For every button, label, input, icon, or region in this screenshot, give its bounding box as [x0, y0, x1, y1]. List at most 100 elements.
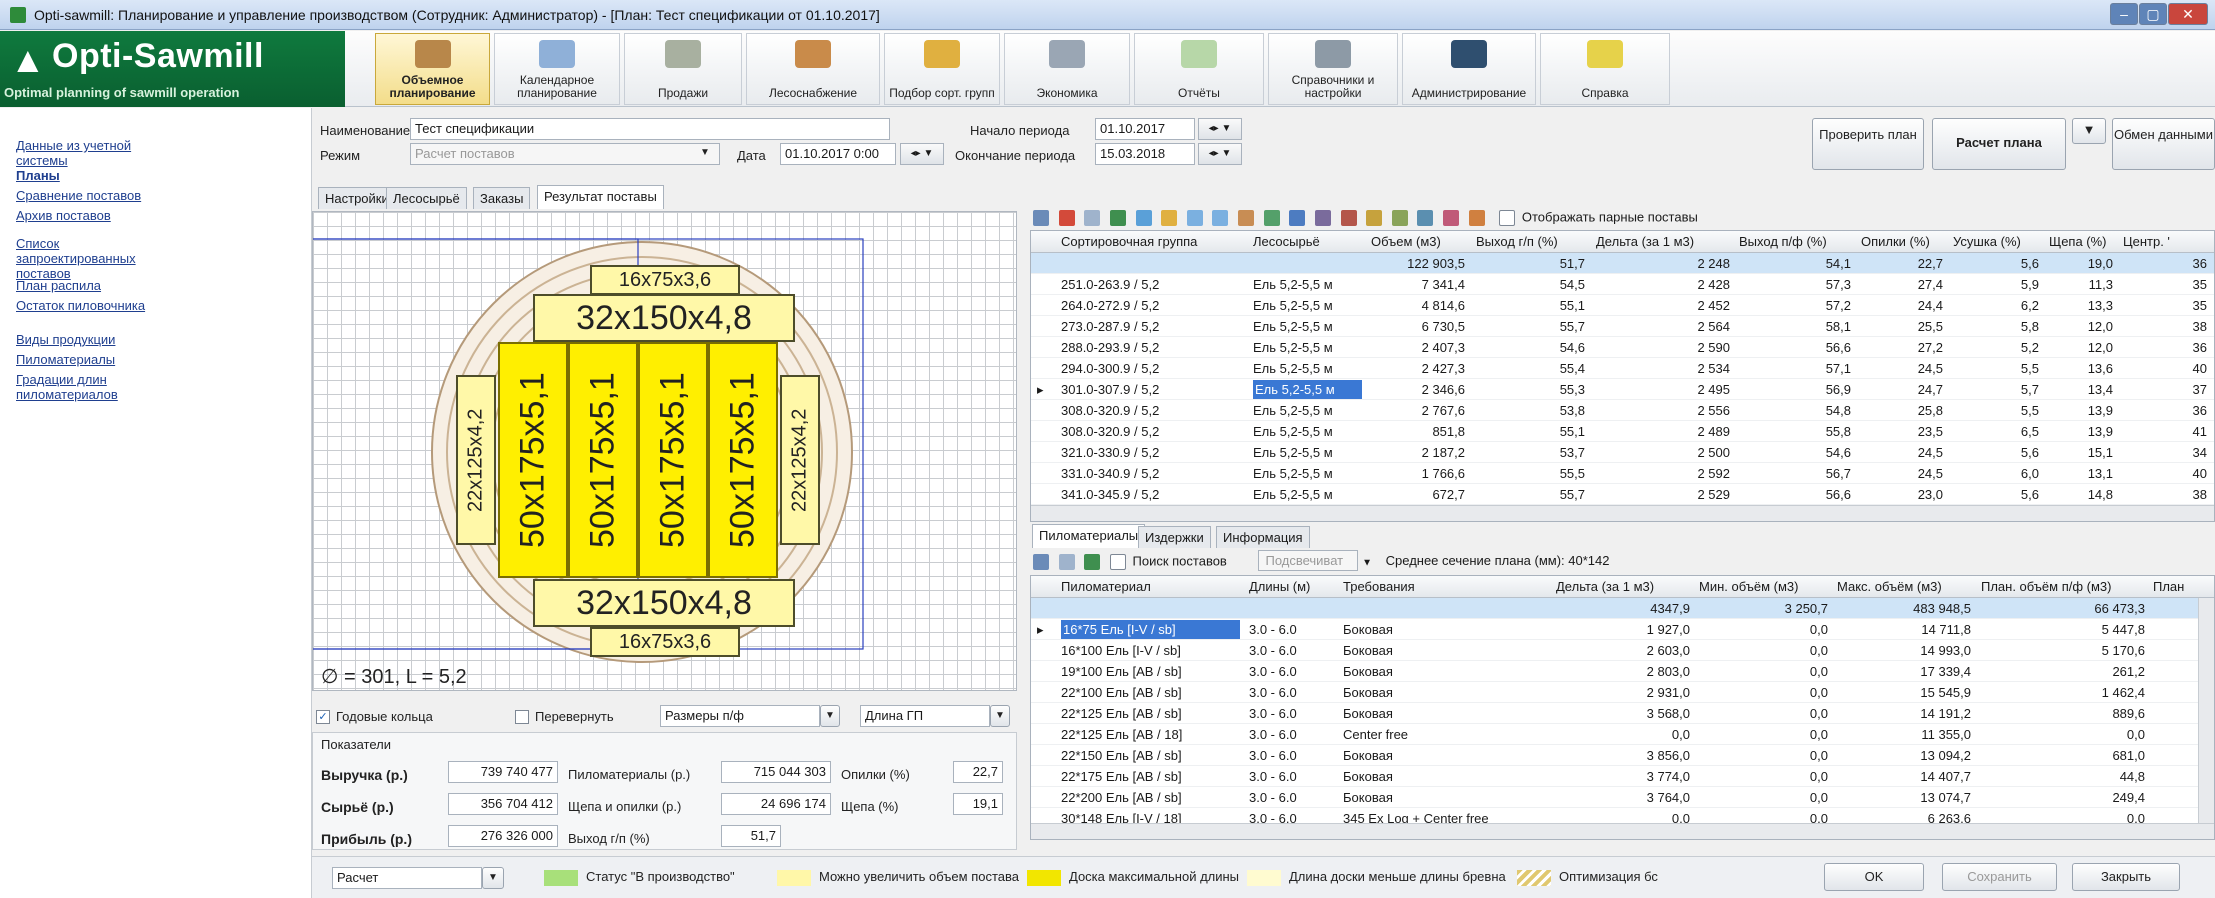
col-chips[interactable]: Щепа (%): [2049, 234, 2119, 249]
table-row[interactable]: ▸ 301.0-307.9 / 5,2 Ель 5,2-5,5 м 2 346,6 55…: [1031, 379, 2214, 400]
sidebar-item-erp-data[interactable]: Данные из учетной системы: [16, 138, 166, 168]
col-volume[interactable]: Объем (м3): [1371, 234, 1471, 249]
sidebar-item-designed-list[interactable]: Список запроектированных поставов: [16, 236, 166, 281]
check-plan-button[interactable]: Проверить план: [1812, 118, 1924, 170]
table-row[interactable]: 22*100 Ель [AB / sb] 3.0 - 6.0 Боковая 2 93…: [1031, 682, 2198, 703]
tab-timber[interactable]: Лесосырьё: [386, 187, 467, 209]
table-row[interactable]: 16*100 Ель [I-V / sb] 3.0 - 6.0 Боковая 2 6…: [1031, 640, 2198, 661]
ribbon-sort-groups[interactable]: Подбор сорт. групп: [884, 33, 1000, 105]
sidebar-item-plans[interactable]: Планы: [16, 168, 60, 183]
copy-icon[interactable]: [1084, 210, 1101, 226]
table-row[interactable]: 22*150 Ель [AB / sb] 3.0 - 6.0 Боковая 3 85…: [1031, 745, 2198, 766]
sidebar-item-log-stock[interactable]: Остаток пиловочника: [16, 298, 145, 313]
length-select[interactable]: Длина ГП: [860, 705, 990, 727]
col-sawdust[interactable]: Опилки (%): [1861, 234, 1949, 249]
col-yield-pf[interactable]: Выход п/ф (%): [1739, 234, 1857, 249]
tab-lumber[interactable]: Пиломатериалы: [1032, 524, 1146, 548]
close-button[interactable]: Закрыть: [2072, 863, 2180, 891]
col-lumber[interactable]: Пиломатериал: [1061, 579, 1246, 594]
table-row[interactable]: 308.0-320.9 / 5,2 Ель 5,2-5,5 м 851,8 55,1 2…: [1031, 421, 2214, 442]
status-mode-dropdown[interactable]: ▼: [482, 867, 504, 889]
ok-button[interactable]: OK: [1824, 863, 1924, 891]
start-field[interactable]: 01.10.2017: [1095, 118, 1195, 140]
sidebar-item-products[interactable]: Виды продукции: [16, 332, 115, 347]
move-up-icon[interactable]: [1186, 210, 1203, 226]
search-checkbox[interactable]: [1109, 554, 1126, 570]
close-window-button[interactable]: ✕: [2168, 3, 2208, 25]
ribbon-volume-planning[interactable]: Объемное планирование: [375, 33, 490, 105]
col-min-volume[interactable]: Мин. объём (м3): [1699, 579, 1834, 594]
table-row[interactable]: ▸ 16*75 Ель [I-V / sb] 3.0 - 6.0 Боковая 1 9…: [1031, 619, 2198, 640]
col-max-volume[interactable]: Макс. объём (м3): [1837, 579, 1977, 594]
maximize-button[interactable]: ▢: [2139, 3, 2167, 25]
tab-settings[interactable]: Настройки: [318, 187, 396, 209]
col-center[interactable]: Центр. ': [2123, 234, 2213, 249]
excel-icon[interactable]: [1109, 210, 1126, 226]
start-spinner[interactable]: ◂▸ ▼: [1198, 118, 1242, 140]
top-table-hscroll[interactable]: [1031, 505, 2214, 521]
table-row[interactable]: 341.0-345.9 / 5,2 Ель 5,2-5,5 м 672,7 55,7 2…: [1031, 484, 2214, 505]
tool-1-icon[interactable]: [1238, 210, 1254, 226]
grid-icon[interactable]: [1033, 210, 1049, 226]
col-lengths[interactable]: Длины (м): [1249, 579, 1339, 594]
end-spinner[interactable]: ◂▸ ▼: [1198, 143, 1242, 165]
col-sort-group[interactable]: Сортировочная группа: [1061, 234, 1251, 249]
table-row[interactable]: 22*125 Ель [AB / sb] 3.0 - 6.0 Боковая 3 56…: [1031, 703, 2198, 724]
ribbon-references[interactable]: Справочники и настройки: [1268, 33, 1398, 105]
exchange-data-button[interactable]: Обмен данными: [2112, 118, 2215, 170]
tab-costs[interactable]: Издержки: [1138, 526, 1211, 548]
ribbon-help[interactable]: Справка: [1540, 33, 1670, 105]
tool-4-icon[interactable]: [1314, 210, 1331, 226]
col-plan[interactable]: План: [2153, 579, 2203, 594]
tool-8-icon[interactable]: [1417, 210, 1434, 226]
sidebar-item-sawing-plan[interactable]: План распила: [16, 278, 101, 293]
highlight-dropdown-icon[interactable]: ▼: [1362, 557, 1372, 568]
save-button[interactable]: Сохранить: [1942, 863, 2057, 891]
tool-9-icon[interactable]: [1443, 210, 1459, 226]
sort-groups-summary-row[interactable]: 122 903,5 51,7 2 248 54,1 22,7 5,6 19,0 36: [1031, 253, 2214, 274]
table-row[interactable]: 308.0-320.9 / 5,2 Ель 5,2-5,5 м 2 767,6 53,…: [1031, 400, 2214, 421]
table-row[interactable]: 273.0-287.9 / 5,2 Ель 5,2-5,5 м 6 730,5 55,…: [1031, 316, 2214, 337]
tool-3-icon[interactable]: [1289, 210, 1306, 226]
table-row[interactable]: 264.0-272.9 / 5,2 Ель 5,2-5,5 м 4 814,6 55,…: [1031, 295, 2214, 316]
sidebar-item-lumber[interactable]: Пиломатериалы: [16, 352, 115, 367]
sidebar-item-compare[interactable]: Сравнение поставов: [16, 188, 141, 203]
minimize-button[interactable]: –: [2110, 3, 2138, 25]
table-row[interactable]: 22*125 Ель [AB / 18] 3.0 - 6.0 Center free…: [1031, 724, 2198, 745]
rings-checkbox[interactable]: ✓: [316, 710, 330, 724]
table-row[interactable]: 294.0-300.9 / 5,2 Ель 5,2-5,5 м 2 427,3 55,…: [1031, 358, 2214, 379]
col-requirements[interactable]: Требования: [1343, 579, 1553, 594]
date-field[interactable]: 01.10.2017 0:00: [780, 143, 896, 165]
table-row[interactable]: 288.0-293.9 / 5,2 Ель 5,2-5,5 м 2 407,3 54,…: [1031, 337, 2214, 358]
sizes-select[interactable]: Размеры п/ф: [660, 705, 820, 727]
sidebar-item-length-grades[interactable]: Градации длин пиломатериалов: [16, 372, 166, 402]
name-field[interactable]: Тест спецификации: [410, 118, 890, 140]
ribbon-reports[interactable]: Отчёты: [1134, 33, 1264, 105]
filter-icon[interactable]: [1161, 210, 1178, 226]
status-mode-select[interactable]: Расчет: [332, 867, 482, 889]
ribbon-calendar-planning[interactable]: Календарное планирование: [494, 33, 620, 105]
copy-small-icon[interactable]: [1058, 554, 1075, 570]
col-delta[interactable]: Дельта (за 1 м3): [1596, 234, 1736, 249]
excel-small-icon[interactable]: [1084, 554, 1101, 570]
col-shrink[interactable]: Усушка (%): [1953, 234, 2045, 249]
ribbon-administration[interactable]: Администрирование: [1402, 33, 1536, 105]
refresh-icon[interactable]: [1135, 210, 1152, 226]
col-yield-gp[interactable]: Выход г/п (%): [1476, 234, 1591, 249]
end-field[interactable]: 15.03.2018: [1095, 143, 1195, 165]
tab-orders[interactable]: Заказы: [473, 187, 531, 209]
highlight-select[interactable]: Подсвечиват: [1258, 550, 1359, 572]
mode-select[interactable]: Расчет поставов: [410, 143, 720, 165]
flip-checkbox[interactable]: [515, 710, 529, 724]
table-row[interactable]: 321.0-330.9 / 5,2 Ель 5,2-5,5 м 2 187,2 53,…: [1031, 442, 2214, 463]
calc-plan-button[interactable]: Расчет плана: [1932, 118, 2066, 170]
tab-info[interactable]: Информация: [1216, 526, 1310, 548]
bottom-table-hscroll[interactable]: [1031, 823, 2214, 839]
col-timber[interactable]: Лесосырьё: [1253, 234, 1368, 249]
ribbon-sales[interactable]: Продажи: [624, 33, 742, 105]
tool-10-icon[interactable]: [1468, 210, 1485, 226]
paired-checkbox[interactable]: [1499, 210, 1516, 226]
sizes-dropdown[interactable]: ▼: [820, 705, 840, 727]
tool-2-icon[interactable]: [1263, 210, 1280, 226]
ribbon-timber-supply[interactable]: Лесоснабжение: [746, 33, 880, 105]
